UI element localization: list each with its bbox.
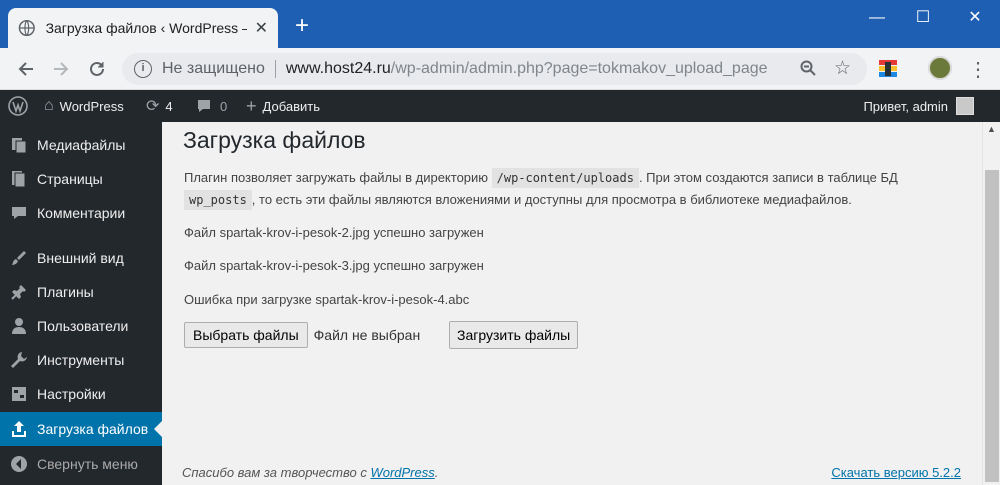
upload-files-button[interactable]: Загрузить файлы <box>449 321 579 349</box>
footer-thanks-end: . <box>434 465 439 480</box>
back-icon[interactable] <box>13 56 39 82</box>
upload-message: Файл spartak-krov-i-pesok-3.jpg успешно … <box>184 258 484 273</box>
sidebar-item-label: Медиафайлы <box>37 137 126 153</box>
home-icon: ⌂ <box>44 97 54 114</box>
wp-admin-bar: ⌂ WordPress ⟳ 4 0 + Добавить Привет, adm… <box>0 90 1000 122</box>
sidebar-item-label: Инструменты <box>37 352 125 368</box>
sidebar-item-label: Настройки <box>37 386 106 402</box>
sidebar-item-label: Пользователи <box>37 318 129 334</box>
uploads-path-code: /wp-content/uploads <box>491 168 639 188</box>
info-icon[interactable]: i <box>134 60 152 78</box>
settings-icon <box>12 387 26 401</box>
zoom-icon[interactable] <box>799 59 817 82</box>
sidebar-item-appearance[interactable]: Внешний вид <box>0 241 162 275</box>
wp-logo-icon[interactable] <box>8 90 28 122</box>
url-host: www.host24.ru <box>285 60 391 77</box>
upload-error-message: Ошибка при загрузке spartak-krov-i-pesok… <box>184 292 470 307</box>
updates-link[interactable]: ⟳ 4 <box>146 90 173 122</box>
upload-message: Файл spartak-krov-i-pesok-2.jpg успешно … <box>184 225 484 240</box>
sidebar-item-media[interactable]: Медиафайлы <box>0 128 162 162</box>
globe-icon <box>18 19 35 37</box>
my-account-link[interactable]: Привет, admin <box>863 90 974 122</box>
sidebar-item-pages[interactable]: Страницы <box>0 162 162 196</box>
sidebar-item-label: Плагины <box>37 284 94 300</box>
desc-text: , то есть эти файлы являются вложениями … <box>251 192 852 207</box>
url-path: /wp-admin/admin.php?page=tokmakov_upload… <box>390 60 768 77</box>
appearance-icon <box>12 251 26 265</box>
new-tab-button[interactable]: + <box>290 14 314 38</box>
comments-link[interactable]: 0 <box>196 90 227 122</box>
updates-icon: ⟳ <box>146 98 160 115</box>
footer-thanks-text: Спасибо вам за творчество с <box>182 465 371 480</box>
browser-titlebar: Загрузка файлов ‹ WordPress — ✕ + — ☐ ✕ <box>0 0 1000 48</box>
media-icon <box>12 138 27 154</box>
footer-thanks: Спасибо вам за творчество с WordPress. <box>182 465 438 480</box>
desc-text: Плагин позволяет загружать файлы в дирек… <box>184 170 492 185</box>
profile-icon[interactable] <box>928 56 952 80</box>
choose-files-button[interactable]: Выбрать файлы <box>184 322 308 348</box>
close-window-button[interactable]: ✕ <box>960 8 990 28</box>
tab-close-icon[interactable]: ✕ <box>255 18 268 38</box>
scroll-up-icon[interactable]: ▲ <box>987 124 996 134</box>
add-new-link[interactable]: + Добавить <box>246 90 320 122</box>
sidebar-item-label: Страницы <box>37 171 103 187</box>
sidebar-item-tools[interactable]: Инструменты <box>0 343 162 377</box>
site-name: WordPress <box>59 98 124 114</box>
main-content: Загрузка файлов Плагин позволяет загружа… <box>162 122 982 485</box>
collapse-icon <box>11 456 27 472</box>
star-icon[interactable]: ☆ <box>834 57 851 80</box>
avatar <box>956 97 974 115</box>
plus-icon: + <box>246 95 257 116</box>
forward-icon[interactable] <box>48 56 74 82</box>
menu-icon[interactable]: ⋮ <box>968 57 988 82</box>
tools-icon <box>11 352 27 368</box>
extension-icon[interactable] <box>878 59 898 79</box>
pages-icon <box>12 171 26 188</box>
security-label: Не защищено <box>162 60 265 77</box>
sidebar-item-label: Свернуть меню <box>37 456 138 472</box>
upload-icon <box>12 421 26 437</box>
page-title: Загрузка файлов <box>183 127 366 153</box>
sidebar-item-comments[interactable]: Комментарии <box>0 196 162 230</box>
admin-sidebar: Медиафайлы Страницы Комментарии Внешний … <box>0 122 162 485</box>
tab-title: Загрузка файлов ‹ WordPress — <box>45 20 247 36</box>
omnibox-divider <box>274 60 276 78</box>
comments-count: 0 <box>220 98 228 114</box>
comments-icon <box>12 207 26 219</box>
table-name-code: wp_posts <box>184 190 252 210</box>
browser-toolbar: i Не защищено www.host24.ru /wp-admin/ad… <box>0 48 1000 90</box>
plugin-description: Плагин позволяет загружать файлы в дирек… <box>184 167 944 211</box>
sidebar-item-label: Внешний вид <box>37 250 124 266</box>
sidebar-item-users[interactable]: Пользователи <box>0 309 162 343</box>
updates-count: 4 <box>165 98 173 114</box>
sidebar-item-upload-files[interactable]: Загрузка файлов <box>0 412 162 446</box>
site-name-link[interactable]: ⌂ WordPress <box>44 90 124 122</box>
sidebar-item-plugins[interactable]: Плагины <box>0 275 162 309</box>
greeting: Привет, admin <box>863 98 948 114</box>
sidebar-collapse-menu[interactable]: Свернуть меню <box>0 447 162 481</box>
page-scrollbar[interactable]: ▲ <box>982 122 1000 485</box>
download-version-link[interactable]: Скачать версию 5.2.2 <box>831 465 961 480</box>
sidebar-item-label: Загрузка файлов <box>37 421 149 437</box>
scroll-thumb[interactable] <box>985 170 999 482</box>
users-icon <box>12 318 26 334</box>
sidebar-item-label: Комментарии <box>37 205 126 221</box>
wordpress-link[interactable]: WordPress <box>370 465 434 480</box>
minimize-button[interactable]: — <box>862 8 892 28</box>
reload-icon[interactable] <box>84 56 110 82</box>
address-bar[interactable]: i Не защищено www.host24.ru /wp-admin/ad… <box>122 53 867 85</box>
desc-text: . При этом создаются записи в таблице БД <box>638 170 898 185</box>
comment-bubble-icon <box>198 100 210 112</box>
maximize-button[interactable]: ☐ <box>908 8 938 28</box>
browser-tab[interactable]: Загрузка файлов ‹ WordPress — ✕ <box>8 8 278 48</box>
sidebar-item-settings[interactable]: Настройки <box>0 377 162 411</box>
add-new-label: Добавить <box>262 98 320 114</box>
no-file-label: Файл не выбран <box>313 327 421 343</box>
file-input: Выбрать файлы Файл не выбран <box>184 322 420 348</box>
plugins-icon <box>11 285 26 300</box>
